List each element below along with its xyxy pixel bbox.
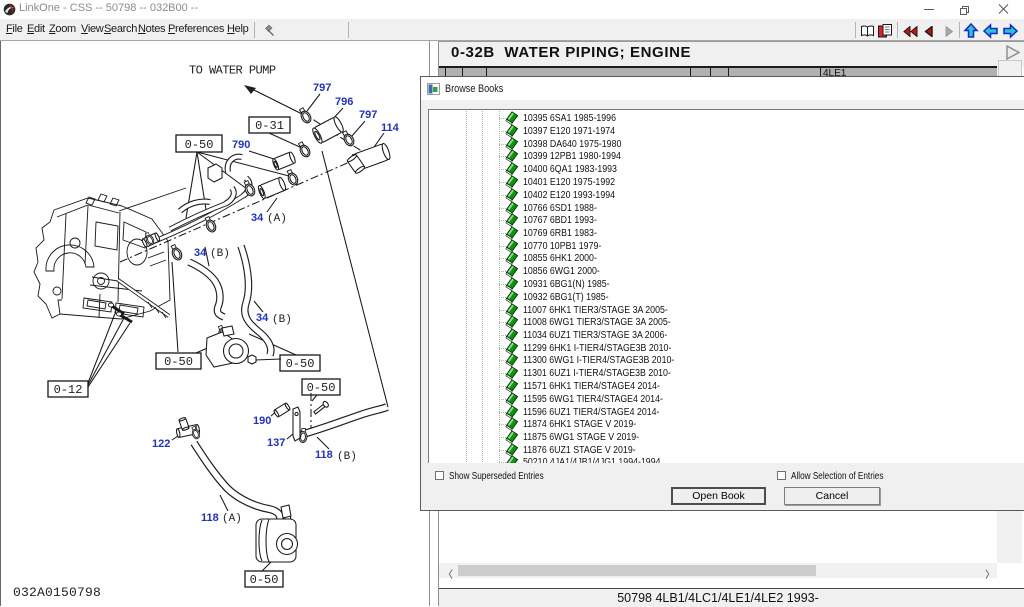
svg-text:797: 797	[313, 82, 331, 94]
svg-text:0-31: 0-31	[255, 119, 284, 133]
svg-text:796: 796	[335, 96, 353, 108]
svg-text:(B): (B)	[337, 451, 357, 463]
svg-text:114: 114	[381, 122, 400, 134]
svg-text:TO WATER PUMP: TO WATER PUMP	[189, 64, 276, 78]
svg-text:34: 34	[251, 212, 264, 224]
svg-text:(B): (B)	[210, 248, 230, 260]
svg-text:(A): (A)	[267, 213, 287, 225]
svg-text:118: 118	[315, 449, 333, 461]
svg-text:0-50: 0-50	[307, 381, 336, 395]
svg-text:032A0150798: 032A0150798	[13, 585, 101, 600]
svg-text:797: 797	[359, 109, 377, 121]
svg-text:790: 790	[232, 139, 250, 151]
svg-text:34: 34	[256, 312, 269, 324]
svg-text:190: 190	[253, 415, 271, 427]
svg-text:137: 137	[267, 437, 285, 449]
svg-text:(A): (A)	[222, 513, 242, 525]
svg-text:0-50: 0-50	[164, 355, 193, 369]
svg-text:118: 118	[201, 512, 219, 524]
svg-text:122: 122	[152, 438, 170, 450]
svg-text:0-12: 0-12	[54, 383, 83, 397]
svg-text:(B): (B)	[272, 314, 292, 326]
svg-text:0-50: 0-50	[250, 573, 279, 587]
svg-text:0-50: 0-50	[185, 138, 214, 152]
svg-text:0-50: 0-50	[286, 357, 315, 371]
